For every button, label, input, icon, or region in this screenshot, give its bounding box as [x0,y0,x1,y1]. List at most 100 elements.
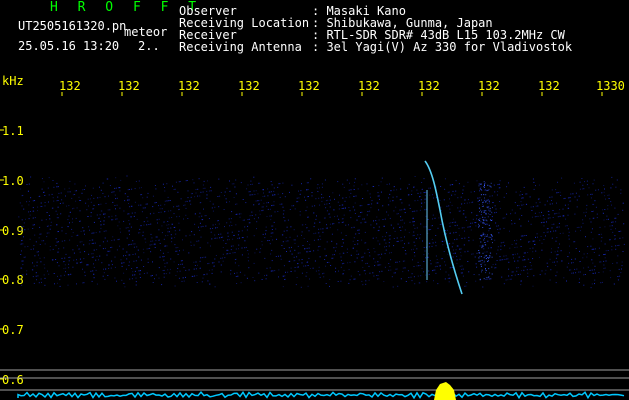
noise-speck [486,199,488,201]
noise-speck [194,223,196,225]
noise-speck [242,219,244,221]
noise-speck [358,229,360,231]
noise-speck [46,225,48,227]
noise-speck [488,209,490,211]
noise-speck [525,203,527,205]
noise-speck [417,275,419,277]
noise-speck [46,236,48,238]
noise-speck [143,273,145,274]
noise-speck [71,197,73,199]
noise-speck [178,205,180,207]
noise-speck [282,193,284,195]
noise-speck [21,284,23,286]
noise-speck [570,200,572,202]
noise-speck [479,255,481,257]
noise-speck [375,220,377,222]
noise-speck [543,232,545,234]
noise-speck [482,245,484,247]
noise-speck [440,268,441,270]
noise-speck [261,241,263,242]
noise-speck [270,236,272,238]
noise-speck [238,248,239,250]
noise-speck [158,229,160,231]
noise-speck [69,222,70,224]
noise-speck [440,258,442,260]
noise-speck [57,241,59,243]
noise-speck [306,247,308,249]
noise-speck [572,272,574,274]
noise-speck [114,266,116,268]
noise-speck [251,215,253,216]
noise-speck [488,228,490,230]
noise-speck [92,270,94,272]
noise-speck [358,253,360,255]
noise-speck [478,207,480,209]
noise-speck [594,265,596,267]
noise-speck [586,204,588,206]
noise-speck [461,227,463,229]
noise-speck [19,243,21,245]
noise-speck [76,190,77,192]
noise-speck [434,269,436,271]
noise-speck [170,210,172,212]
noise-speck [41,178,43,180]
noise-speck [151,275,153,276]
noise-speck [167,234,169,236]
noise-speck [228,239,230,241]
noise-speck [343,238,345,240]
noise-speck [390,259,392,261]
noise-speck [555,189,557,191]
noise-speck [272,239,274,241]
noise-speck [476,180,478,182]
noise-speck [361,256,363,258]
noise-speck [432,218,433,220]
noise-speck [190,245,192,246]
noise-speck [366,183,368,185]
noise-speck [183,218,184,220]
noise-speck [477,200,479,202]
noise-speck [211,238,213,240]
noise-speck [548,228,549,230]
noise-speck [386,211,388,213]
noise-speck [564,225,566,227]
noise-speck [476,218,477,220]
noise-speck [182,277,184,279]
noise-speck [309,268,311,269]
noise-speck [592,238,594,240]
noise-speck [457,197,459,199]
noise-speck [291,246,292,248]
noise-speck [90,215,92,217]
noise-speck [184,204,186,206]
noise-speck [515,243,517,245]
noise-speck [455,252,456,254]
noise-speck [21,240,23,242]
noise-speck [195,189,197,190]
noise-speck [280,255,282,257]
noise-speck [496,225,498,227]
noise-speck [521,194,523,195]
noise-speck [128,264,130,266]
noise-speck [569,245,570,247]
noise-speck [125,227,127,229]
noise-speck [539,215,541,217]
noise-speck [365,273,366,275]
noise-speck [413,266,415,267]
noise-speck [256,228,257,230]
noise-speck [134,270,136,272]
noise-speck [354,178,356,180]
noise-speck [164,190,166,192]
noise-speck [532,285,534,287]
noise-speck [543,225,545,227]
noise-speck [132,274,134,276]
noise-speck [177,267,179,269]
noise-speck [512,271,514,273]
noise-speck [266,202,268,204]
noise-speck [107,250,109,252]
noise-speck [130,226,132,228]
noise-speck [519,256,521,258]
noise-speck [106,254,108,256]
noise-speck [214,258,216,260]
noise-speck [610,277,612,279]
noise-speck [99,186,100,188]
noise-speck [500,259,502,261]
